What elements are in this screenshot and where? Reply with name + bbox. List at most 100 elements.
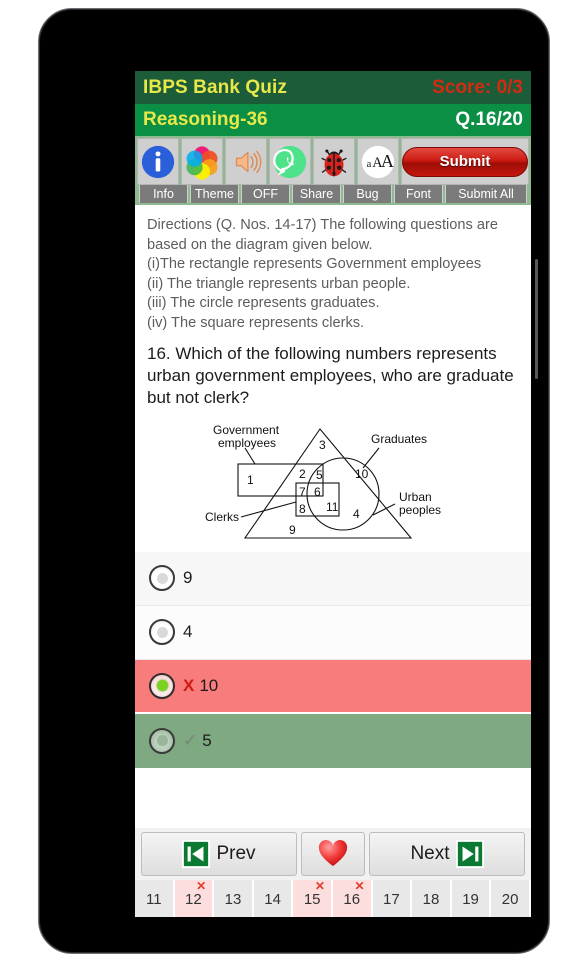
venn-label-graduates: Graduates [371,432,427,446]
toolbar-label-share: Share [292,185,341,203]
directions-block: Directions (Q. Nos. 14-17) The following… [135,206,531,333]
toolbar: a A A Submit Info Theme OFF Share Bug Fo… [135,136,531,205]
wrong-mark-icon: X [183,675,195,695]
qcell-14[interactable]: 14 [253,880,294,917]
qcell-number: 12 [185,890,202,908]
toolbar-labels: Info Theme OFF Share Bug Font Submit All [137,185,529,205]
prev-button[interactable]: Prev [141,832,297,876]
venn-diagram: Government employees Graduates Clerks Ur… [205,423,441,539]
option-radio-4[interactable] [149,727,175,754]
score-label: Score: 0/3 [432,76,523,98]
qcell-19[interactable]: 19 [451,880,492,917]
option-radio-2[interactable] [149,619,175,646]
qcell-number: 17 [383,890,400,908]
device-screen: IBPS Bank Quiz Score: 0/3 Reasoning-36 Q… [135,71,531,917]
option-label-2: 4 [183,622,192,642]
directions-line-5: (iii) The circle represents graduates. [147,295,380,312]
venn-region-4: 4 [353,507,360,521]
venn-region-11: 11 [326,500,339,514]
venn-region-5: 5 [316,468,323,482]
option-text-2: 4 [183,622,193,642]
skip-previous-icon [182,840,211,868]
prev-label: Prev [216,843,256,864]
theme-button[interactable] [181,138,223,185]
venn-label-urban-l1: Urban [399,490,432,504]
qcell-x-icon: ✕ [314,879,325,893]
option-row-2[interactable]: 4 [135,605,531,660]
venn-region-8: 8 [299,502,306,516]
svg-text:A: A [381,150,394,170]
directions-line-6: (iv) The square represents clerks. [147,314,365,331]
venn-leader-graduates [362,447,380,468]
qcell-number: 11 [146,890,162,908]
venn-region-3: 3 [319,438,326,452]
device-side-button[interactable] [535,259,538,379]
qcell-x-icon: ✕ [354,879,365,893]
whatsapp-share-icon [273,145,307,178]
font-size-button[interactable]: a A A [357,138,399,185]
submit-all-button[interactable]: Submit [401,138,529,185]
font-size-icon: a A A [361,145,395,178]
qcell-x-icon: ✕ [196,879,207,893]
option-label-3: X 10 [183,676,218,696]
info-button[interactable] [137,138,179,185]
qcell-number: 20 [501,890,519,908]
skip-next-icon [455,840,484,868]
qcell-13[interactable]: 13 [214,880,254,917]
directions-line-2: based on the diagram given below. [147,236,373,253]
theme-palette-icon [186,145,218,180]
toolbar-label-bug: Bug [343,185,392,203]
option-text-1: 9 [183,568,193,588]
favorite-button[interactable] [301,832,365,876]
venn-region-9: 9 [289,523,296,537]
directions-line-4: (ii) The triangle represents urban peopl… [147,275,411,292]
venn-label-government-l1: Government [213,423,280,437]
qcell-number: 19 [462,890,479,908]
topic-bar: Reasoning-36 Q.16/20 [135,104,531,136]
topic-label: Reasoning-36 [143,109,268,130]
app-title: IBPS Bank Quiz [143,76,287,98]
report-bug-button[interactable] [313,138,355,185]
option-row-3-selected-wrong[interactable]: X 10 [135,659,531,714]
venn-region-2: 2 [299,467,306,481]
next-label: Next [410,843,450,864]
option-label-4: ✓ 5 [183,731,212,751]
question-content: Directions (Q. Nos. 14-17) The following… [135,206,531,828]
toolbar-label-theme: Theme [190,185,239,203]
toolbar-label-info: Info [139,185,188,203]
qcell-12[interactable]: ✕ 12 [174,879,215,917]
qcell-11[interactable]: 11 [135,880,175,917]
option-radio-3[interactable] [149,672,175,699]
venn-region-7: 7 [299,485,306,499]
qcell-20[interactable]: 20 [491,880,531,917]
next-button[interactable]: Next [369,832,525,876]
qcell-number: 14 [264,890,281,908]
qcell-17[interactable]: 17 [372,880,413,917]
submit-pill[interactable]: Submit [402,146,528,177]
question-text: 16. Which of the following numbers repre… [147,344,514,408]
option-radio-1[interactable] [149,565,175,592]
directions-line-1: Directions (Q. Nos. 14-17) The following… [147,217,498,233]
info-icon [141,145,175,178]
directions-line-3: (i)The rectangle represents Government e… [147,256,482,273]
option-row-1[interactable]: 9 [135,551,531,606]
navigation-bar: Prev Next [135,828,531,880]
venn-label-government-l2: employees [218,436,276,450]
venn-leader-government [244,447,256,464]
option-row-4-correct[interactable]: ✓ 5 [135,713,531,768]
qcell-18[interactable]: 18 [412,880,452,917]
share-button[interactable] [269,138,311,185]
venn-label-urban-l2: peoples [399,503,441,517]
heart-icon [318,840,348,866]
tablet-device-frame: IBPS Bank Quiz Score: 0/3 Reasoning-36 Q… [38,8,550,954]
qcell-number: 16 [343,890,361,908]
toolbar-label-off: OFF [241,185,290,203]
qcell-16[interactable]: ✕ 16 [332,879,373,917]
venn-region-10: 10 [355,467,369,481]
toolbar-label-font: Font [394,185,443,203]
qcell-15[interactable]: ✕ 15 [293,880,333,917]
option-label-1: 9 [183,568,192,588]
qcell-number: 18 [422,890,440,908]
sound-toggle-button[interactable] [225,138,267,185]
app-title-bar: IBPS Bank Quiz Score: 0/3 [135,71,531,104]
